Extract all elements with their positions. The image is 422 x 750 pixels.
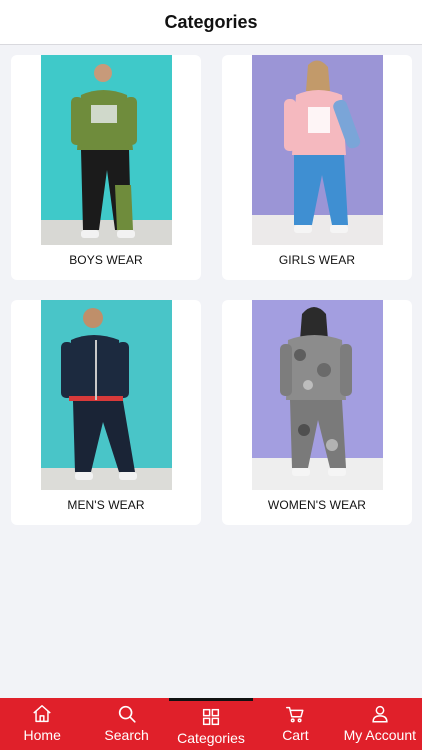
category-image-men	[41, 300, 172, 490]
tab-my-account[interactable]: My Account	[338, 698, 422, 750]
category-image-girls	[252, 55, 383, 245]
search-icon	[118, 705, 136, 723]
tab-categories[interactable]: Categories	[168, 698, 254, 750]
tab-label: Cart	[282, 727, 309, 743]
category-card-men[interactable]: MEN'S WEAR	[11, 300, 201, 525]
category-label: GIRLS WEAR	[278, 253, 356, 267]
category-card-boys[interactable]: BOYS WEAR	[11, 55, 201, 280]
bottom-tab-bar: Home Search Categories Cart My Account	[0, 698, 422, 750]
tab-search[interactable]: Search	[84, 698, 168, 750]
category-label: MEN'S WEAR	[67, 498, 145, 512]
home-icon	[33, 705, 51, 723]
tab-cart[interactable]: Cart	[253, 698, 337, 750]
page-title: Categories	[164, 11, 258, 32]
category-label: BOYS WEAR	[69, 253, 143, 267]
category-image-boys	[41, 55, 172, 245]
category-label: WOMEN'S WEAR	[267, 498, 367, 512]
top-bar: Categories	[0, 0, 422, 45]
category-card-girls[interactable]: GIRLS WEAR	[222, 55, 412, 280]
cart-icon	[286, 706, 304, 723]
tab-label: Search	[104, 727, 149, 743]
tab-label: My Account	[343, 727, 417, 743]
category-card-women[interactable]: WOMEN'S WEAR	[222, 300, 412, 525]
grid-icon	[202, 708, 220, 726]
tab-home[interactable]: Home	[0, 698, 84, 750]
category-image-women	[252, 300, 383, 490]
user-icon	[372, 705, 388, 723]
tab-label: Categories	[177, 730, 245, 746]
tab-label: Home	[23, 727, 61, 743]
